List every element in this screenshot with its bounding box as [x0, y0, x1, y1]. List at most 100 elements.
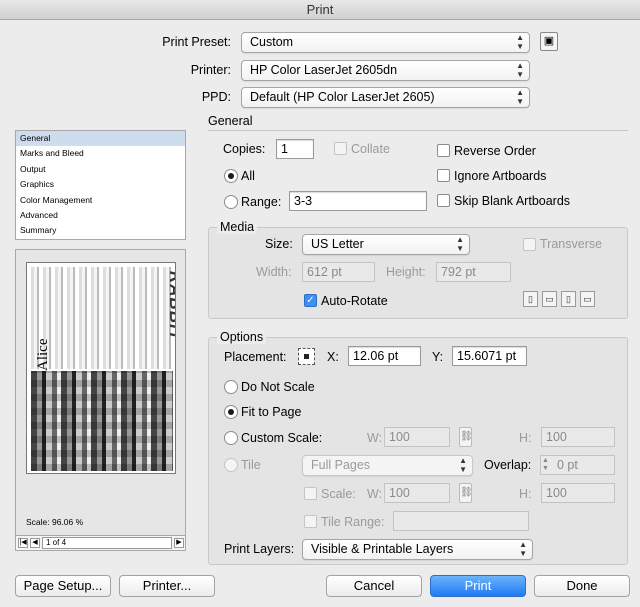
size-value: US Letter: [311, 237, 364, 251]
general-divider: [208, 130, 628, 131]
tile-w-field[interactable]: 100: [384, 483, 450, 503]
width-field[interactable]: 612 pt: [302, 262, 375, 282]
print-layers-popup[interactable]: Visible & Printable Layers ▲ ▼: [302, 539, 533, 560]
preview-image-art: [31, 371, 173, 471]
category-item-graphics[interactable]: Graphics: [16, 177, 185, 192]
auto-rotate-label: Auto-Rotate: [321, 294, 388, 308]
collate-label: Collate: [351, 142, 390, 156]
first-page-icon[interactable]: |◀: [18, 538, 28, 548]
page-navigator: |◀ ◀ 1 of 4 ▶: [16, 535, 185, 550]
updown-arrows-icon: ▲ ▼: [516, 33, 524, 51]
auto-rotate-checkbox[interactable]: ✓: [304, 294, 317, 307]
overlap-stepper-icon[interactable]: ▲ ▼: [542, 457, 549, 473]
print-preview[interactable]: Alice RABBIT Scale: 96.06 % |◀ ◀ 1 of 4 …: [15, 249, 186, 551]
ignore-artboards-checkbox[interactable]: [437, 169, 450, 182]
next-page-icon[interactable]: ▶: [174, 538, 184, 548]
skip-blank-label: Skip Blank Artboards: [454, 194, 571, 208]
category-list[interactable]: General Marks and Bleed Output Graphics …: [15, 130, 186, 240]
printer-value: HP Color LaserJet 2605dn: [250, 63, 398, 77]
updown-arrows-icon: ▲ ▼: [519, 540, 527, 558]
options-heading: Options: [217, 330, 267, 344]
page-setup-button[interactable]: Page Setup...: [15, 575, 111, 597]
link-chain-icon[interactable]: ⛓: [459, 483, 473, 503]
portrait-icon[interactable]: ▯: [523, 291, 538, 307]
custom-scale-label: Custom Scale:: [241, 431, 323, 445]
landscape-icon[interactable]: ▭: [542, 291, 557, 307]
cancel-button[interactable]: Cancel: [326, 575, 422, 597]
print-button[interactable]: Print: [430, 575, 526, 597]
size-popup[interactable]: US Letter ▲ ▼: [302, 234, 470, 255]
ppd-label: PPD:: [201, 90, 231, 104]
custom-h-field[interactable]: 100: [541, 427, 615, 447]
media-heading: Media: [217, 220, 258, 234]
reverse-order-checkbox[interactable]: [437, 144, 450, 157]
updown-arrows-icon: ▲ ▼: [459, 456, 467, 474]
tile-range-checkbox[interactable]: [304, 515, 317, 528]
print-preset-popup[interactable]: Custom ▲ ▼: [241, 32, 530, 53]
all-radio[interactable]: [224, 169, 238, 183]
transverse-checkbox[interactable]: [523, 238, 536, 251]
preview-page: Alice RABBIT: [26, 262, 176, 474]
save-preset-icon[interactable]: ▣: [540, 32, 558, 51]
category-item-output[interactable]: Output: [16, 162, 185, 177]
do-not-scale-radio[interactable]: [224, 380, 238, 394]
copies-label: Copies:: [223, 142, 266, 156]
height-field[interactable]: 792 pt: [436, 262, 511, 282]
tile-radio[interactable]: [224, 458, 238, 472]
link-chain-icon[interactable]: ⛓: [459, 427, 473, 447]
custom-h-label: H:: [519, 431, 532, 445]
landscape-flipped-icon[interactable]: ▭: [580, 291, 595, 307]
tile-range-field[interactable]: [393, 511, 529, 531]
page-number-field[interactable]: 1 of 4: [42, 537, 172, 549]
window-title: Print: [0, 0, 640, 20]
fit-to-page-label: Fit to Page: [241, 405, 302, 419]
print-layers-label: Print Layers:: [224, 542, 295, 556]
category-item-summary[interactable]: Summary: [16, 223, 185, 238]
updown-arrows-icon: ▲ ▼: [516, 61, 524, 79]
tile-h-field[interactable]: 100: [541, 483, 615, 503]
range-radio[interactable]: [224, 195, 238, 209]
range-field[interactable]: 3-3: [289, 191, 427, 211]
fit-to-page-radio[interactable]: [224, 405, 238, 419]
printer-popup[interactable]: HP Color LaserJet 2605dn ▲ ▼: [241, 60, 530, 81]
collate-checkbox[interactable]: [334, 142, 347, 155]
x-field[interactable]: 12.06 pt: [348, 346, 421, 366]
general-heading: General: [208, 114, 253, 128]
all-label: All: [241, 169, 255, 183]
placement-grid-icon[interactable]: [298, 348, 315, 365]
ppd-popup[interactable]: Default (HP Color LaserJet 2605) ▲ ▼: [241, 87, 530, 108]
transverse-label: Transverse: [540, 237, 603, 251]
custom-w-label: W:: [367, 431, 383, 445]
done-button[interactable]: Done: [534, 575, 630, 597]
tile-label: Tile: [241, 458, 261, 472]
printer-button[interactable]: Printer...: [119, 575, 215, 597]
ignore-artboards-label: Ignore Artboards: [454, 169, 547, 183]
prev-page-icon[interactable]: ◀: [30, 538, 40, 548]
placement-label: Placement:: [224, 350, 287, 364]
category-item-color-management[interactable]: Color Management: [16, 193, 185, 208]
width-label: Width:: [256, 265, 292, 279]
reverse-order-label: Reverse Order: [454, 144, 536, 158]
size-label: Size:: [265, 237, 293, 251]
tile-w-label: W:: [367, 487, 383, 501]
print-preset-value: Custom: [250, 35, 294, 49]
overlap-field[interactable]: 0 pt: [540, 455, 615, 475]
custom-w-field[interactable]: 100: [384, 427, 450, 447]
print-layers-value: Visible & Printable Layers: [311, 542, 454, 556]
category-item-marks-and-bleed[interactable]: Marks and Bleed: [16, 146, 185, 161]
copies-field[interactable]: 1: [276, 139, 314, 159]
preview-scale: Scale: 96.06 %: [26, 517, 84, 527]
tile-scale-checkbox[interactable]: [304, 487, 317, 500]
updown-arrows-icon: ▲ ▼: [516, 88, 524, 106]
portrait-flipped-icon[interactable]: ▯: [561, 291, 576, 307]
skip-blank-checkbox[interactable]: [437, 194, 450, 207]
preview-text-art: [31, 267, 173, 369]
height-label: Height:: [386, 265, 426, 279]
category-item-advanced[interactable]: Advanced: [16, 208, 185, 223]
custom-scale-radio[interactable]: [224, 431, 238, 445]
tile-popup[interactable]: Full Pages ▲ ▼: [302, 455, 473, 476]
category-item-general[interactable]: General: [16, 131, 185, 147]
printer-label: Printer:: [190, 63, 231, 77]
y-field[interactable]: 15.6071 pt: [452, 346, 527, 366]
tile-value: Full Pages: [311, 458, 371, 472]
